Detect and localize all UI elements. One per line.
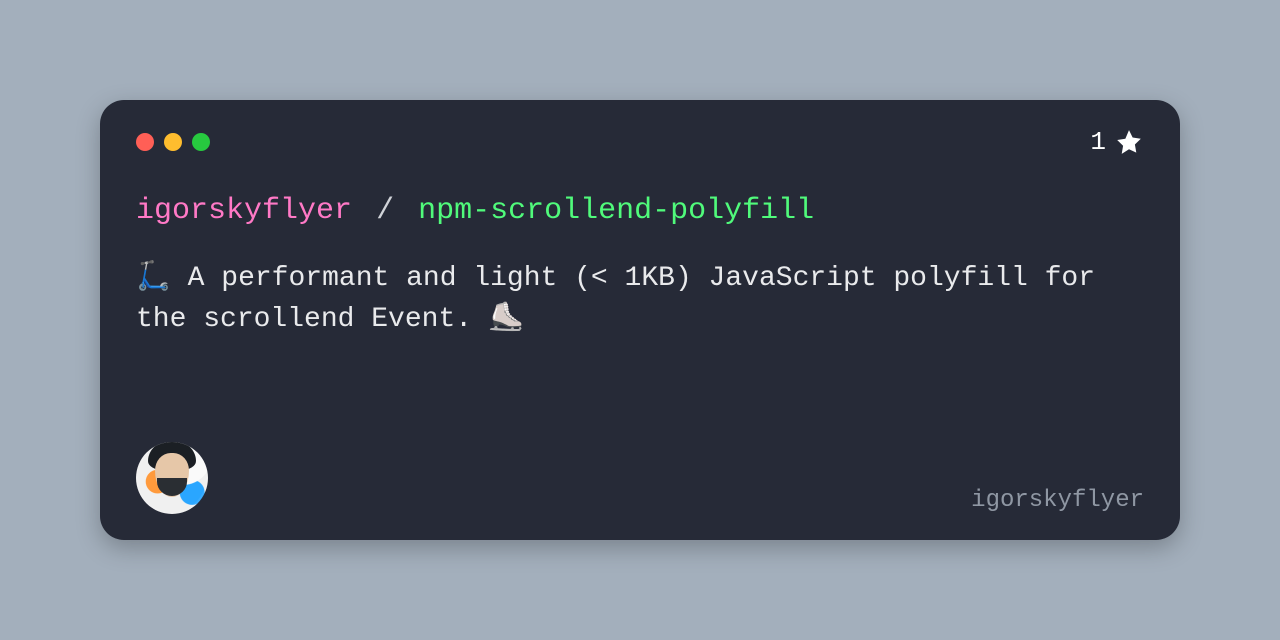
traffic-light-close-icon xyxy=(136,133,154,151)
star-icon xyxy=(1114,127,1144,157)
window-traffic-lights xyxy=(136,133,210,151)
repo-title: igorskyflyer / npm-scrollend-polyfill xyxy=(136,192,1144,231)
stars-badge: 1 xyxy=(1090,127,1144,157)
repo-card: 1 igorskyflyer / npm-scrollend-polyfill … xyxy=(100,100,1180,540)
repo-owner: igorskyflyer xyxy=(136,194,352,228)
repo-description: 🛴 A performant and light (< 1KB) JavaScr… xyxy=(136,259,1116,340)
card-topbar: 1 xyxy=(136,128,1144,156)
card-footer: igorskyflyer xyxy=(136,442,1144,514)
avatar xyxy=(136,442,208,514)
traffic-light-minimize-icon xyxy=(164,133,182,151)
repo-separator: / xyxy=(376,194,394,228)
traffic-light-zoom-icon xyxy=(192,133,210,151)
footer-handle: igorskyflyer xyxy=(971,487,1144,514)
avatar-beard xyxy=(157,478,187,496)
stars-count: 1 xyxy=(1090,127,1106,157)
repo-name: npm-scrollend-polyfill xyxy=(418,194,814,228)
